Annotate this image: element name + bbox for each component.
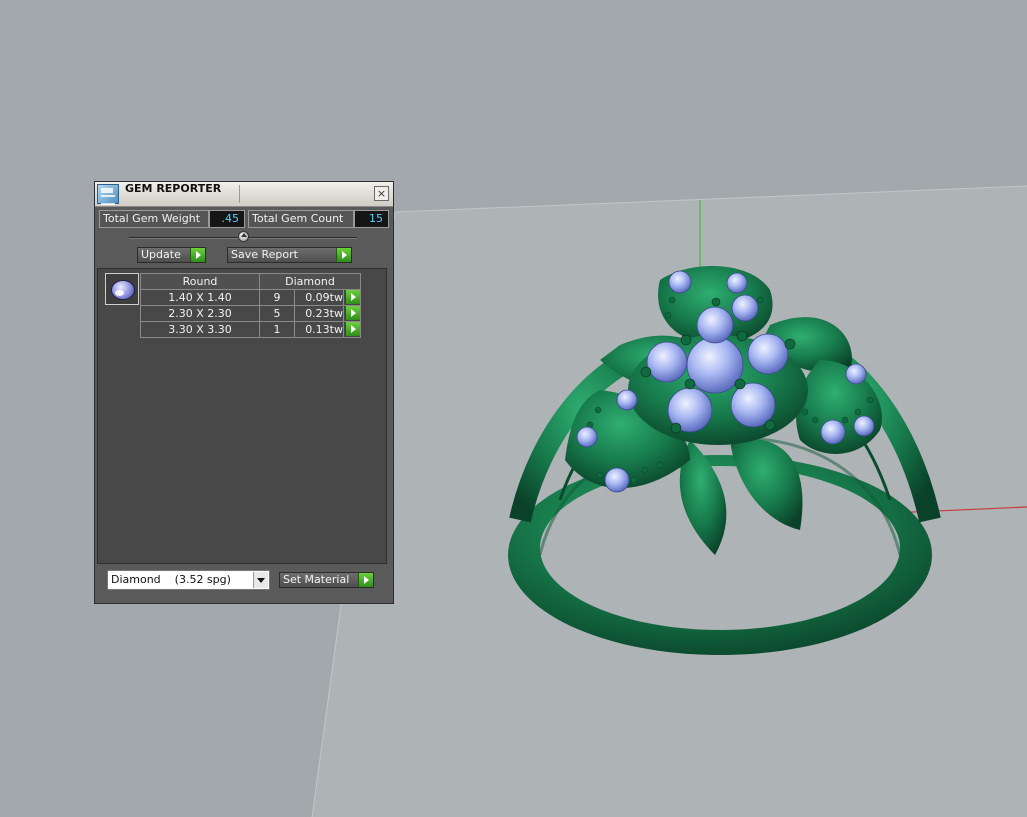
save-report-button-label: Save Report (231, 248, 298, 261)
gem-weight: 0.13tw (294, 321, 344, 338)
total-gem-weight-value: .45 (209, 210, 245, 228)
panel-title: GEM REPORTER (125, 182, 222, 195)
gem-size: 1.40 X 1.40 (140, 289, 260, 306)
column-header-shape: Round (140, 273, 260, 290)
title-divider (239, 185, 240, 203)
column-header-material: Diamond (259, 273, 361, 290)
set-material-button[interactable]: Set Material (279, 572, 374, 588)
gem-thumbnail[interactable] (105, 273, 139, 305)
gem-list[interactable]: Round Diamond 1.40 X 1.40 9 0.09tw 2.30 … (97, 268, 387, 564)
gem-size: 3.30 X 3.30 (140, 321, 260, 338)
gem-weight: 0.09tw (294, 289, 344, 306)
table-row[interactable]: 2.30 X 2.30 5 0.23tw (140, 305, 361, 322)
play-icon (336, 248, 351, 262)
total-gem-weight-label: Total Gem Weight (99, 210, 209, 228)
set-material-button-label: Set Material (283, 573, 350, 586)
update-button[interactable]: Update (137, 247, 206, 263)
gem-size: 2.30 X 2.30 (140, 305, 260, 322)
material-dropdown-value: Diamond (3.52 spg) (111, 573, 231, 586)
round-diamond-icon (111, 280, 135, 300)
gem-weight: 0.23tw (294, 305, 344, 322)
total-gem-count-value: 15 (354, 210, 389, 228)
gem-count: 9 (259, 289, 295, 306)
play-icon (345, 306, 360, 320)
gem-count: 1 (259, 321, 295, 338)
play-icon (358, 573, 373, 587)
save-report-button[interactable]: Save Report (227, 247, 352, 263)
table-row[interactable]: 3.30 X 3.30 1 0.13tw (140, 321, 361, 338)
play-icon (345, 290, 360, 304)
play-icon (345, 322, 360, 336)
select-row-button[interactable] (343, 289, 361, 306)
table-header: Round Diamond (140, 273, 361, 290)
total-gem-count-label: Total Gem Count (248, 210, 354, 228)
chevron-down-icon[interactable] (253, 572, 268, 588)
select-row-button[interactable] (343, 305, 361, 322)
title-bar[interactable]: GEM REPORTER × (95, 182, 393, 207)
gem-reporter-panel: GEM REPORTER × Total Gem Weight .45 Tota… (94, 181, 394, 604)
select-row-button[interactable] (343, 321, 361, 338)
collapse-knob-icon[interactable] (238, 231, 249, 242)
table-row[interactable]: 1.40 X 1.40 9 0.09tw (140, 289, 361, 306)
gem-count: 5 (259, 305, 295, 322)
gem-reporter-icon (97, 184, 119, 205)
material-dropdown[interactable]: Diamond (3.52 spg) (107, 570, 270, 590)
update-button-label: Update (141, 248, 181, 261)
play-icon (190, 248, 205, 262)
close-icon[interactable]: × (374, 186, 389, 201)
gem-table: Round Diamond 1.40 X 1.40 9 0.09tw 2.30 … (140, 273, 361, 338)
